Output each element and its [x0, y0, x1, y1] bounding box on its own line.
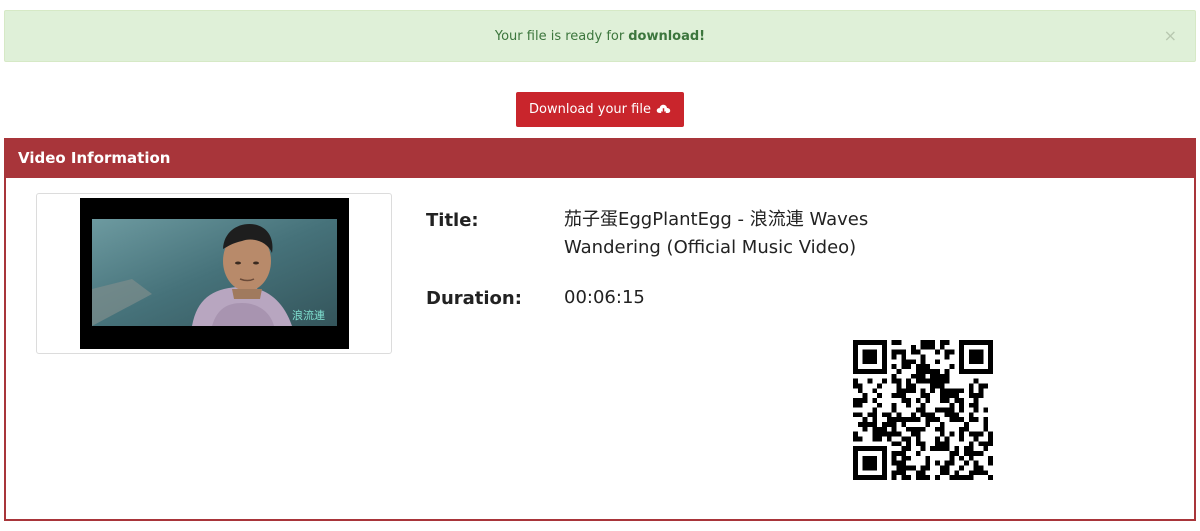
success-alert: Your file is ready for download! ×: [4, 10, 1196, 62]
download-button-label: Download your file: [529, 102, 651, 117]
duration-label: Duration:: [426, 288, 522, 309]
panel-heading: Video Information: [4, 138, 1196, 178]
title-value: 茄子蛋EggPlantEgg - 浪流連 Waves Wandering (Of…: [564, 209, 869, 258]
alert-emphasis: download!: [628, 28, 706, 44]
download-file-button[interactable]: Download your file: [516, 92, 684, 127]
video-thumbnail: 浪流連: [80, 198, 349, 349]
alert-message: Your file is ready for: [494, 28, 625, 44]
thumbnail-image: 浪流連: [92, 219, 337, 326]
duration-value: 00:06:15: [564, 287, 645, 308]
cloud-download-icon: [656, 104, 671, 115]
close-icon[interactable]: ×: [1164, 28, 1177, 44]
thumbnail-card: 浪流連: [36, 193, 392, 354]
qr-code-icon: [853, 340, 993, 480]
title-label: Title:: [426, 210, 479, 231]
thumbnail-scene: 浪流連: [92, 219, 337, 326]
thumbnail-overlay-text: 浪流連: [292, 308, 325, 322]
video-information-panel: Video Information 浪流連 Title: 茄子蛋EggPlant…: [4, 138, 1196, 521]
